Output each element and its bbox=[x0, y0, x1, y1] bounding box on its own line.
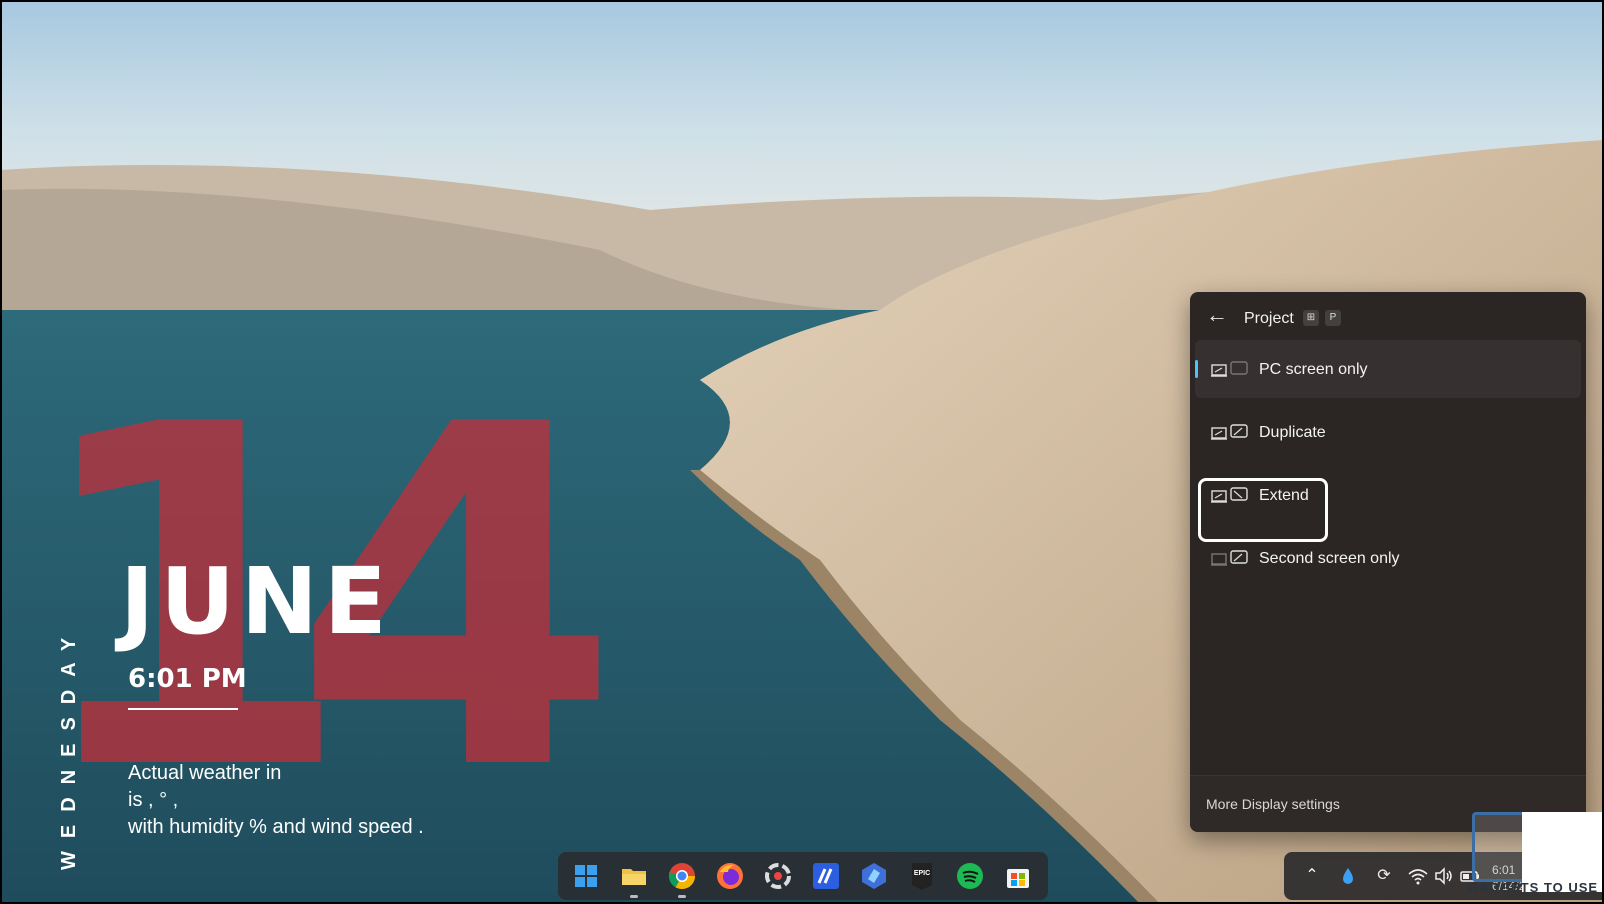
weather-text: Actual weather in is , ° , with humidity… bbox=[128, 760, 424, 841]
option-pc-screen-only[interactable]: PC screen only bbox=[1195, 340, 1581, 398]
file-explorer-icon[interactable] bbox=[618, 860, 650, 892]
windows-key-icon: ⊞ bbox=[1303, 310, 1319, 326]
panel-header: ← Project ⊞ P bbox=[1190, 292, 1586, 340]
chrome-icon[interactable] bbox=[666, 860, 698, 892]
davinci-icon[interactable] bbox=[762, 860, 794, 892]
taskbar: EPIC bbox=[558, 852, 1048, 900]
pc-screen-only-icon bbox=[1211, 361, 1248, 377]
drop-icon[interactable] bbox=[1336, 864, 1360, 888]
project-panel: ← Project ⊞ P PC screen only Duplicate E… bbox=[1190, 292, 1586, 832]
epic-games-icon[interactable]: EPIC bbox=[906, 860, 938, 892]
second-screen-only-icon bbox=[1211, 550, 1248, 566]
widget-time: 6:01 PM bbox=[128, 664, 247, 694]
bing-icon[interactable] bbox=[858, 860, 890, 892]
svg-text:EPIC: EPIC bbox=[914, 870, 930, 877]
option-label: Second screen only bbox=[1259, 550, 1400, 567]
vs-code-icon[interactable] bbox=[810, 860, 842, 892]
sync-icon[interactable]: ⟳ bbox=[1372, 864, 1396, 888]
weekday-label: WEDNESDAY bbox=[58, 624, 80, 870]
selected-indicator bbox=[1195, 360, 1198, 378]
weather-line-3: with humidity % and wind speed . bbox=[128, 816, 424, 838]
p-key-badge: P bbox=[1325, 310, 1341, 326]
running-indicator bbox=[678, 895, 686, 898]
option-label: PC screen only bbox=[1259, 361, 1368, 378]
option-label: Duplicate bbox=[1259, 424, 1326, 441]
firefox-icon[interactable] bbox=[714, 860, 746, 892]
divider bbox=[128, 708, 238, 710]
month-label: JUNE bbox=[120, 548, 393, 655]
chevron-up-icon[interactable]: ⌃ bbox=[1300, 864, 1324, 888]
microsoft-store-icon[interactable] bbox=[1002, 860, 1034, 892]
panel-title: Project bbox=[1244, 310, 1294, 327]
more-display-settings-link[interactable]: More Display settings bbox=[1206, 796, 1340, 812]
watermark-text: GADGETS TO USE bbox=[1468, 880, 1599, 895]
running-indicator bbox=[630, 895, 638, 898]
weather-line-2: is , ° , bbox=[128, 789, 179, 811]
spotify-icon[interactable] bbox=[954, 860, 986, 892]
volume-icon[interactable] bbox=[1432, 864, 1456, 888]
start-icon[interactable] bbox=[570, 860, 602, 892]
keyboard-focus-ring bbox=[1198, 478, 1328, 542]
back-arrow-icon[interactable]: ← bbox=[1204, 302, 1230, 328]
wifi-icon[interactable] bbox=[1406, 864, 1430, 888]
duplicate-icon bbox=[1211, 424, 1248, 440]
weather-line-1: Actual weather in bbox=[128, 762, 282, 784]
option-duplicate[interactable]: Duplicate bbox=[1195, 403, 1581, 461]
